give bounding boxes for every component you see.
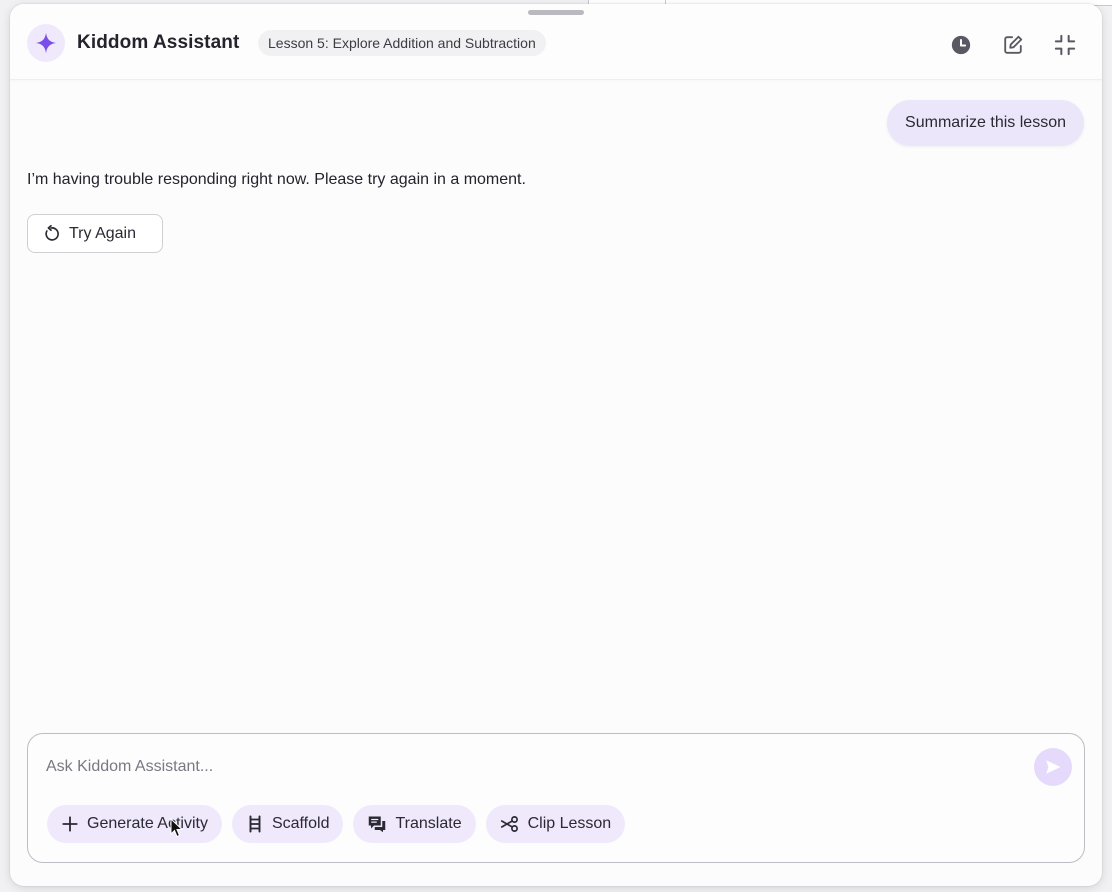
- message-input[interactable]: [46, 754, 1006, 780]
- user-message-bubble: Summarize this lesson: [887, 100, 1084, 146]
- generate-activity-button[interactable]: Generate Activity: [47, 805, 222, 843]
- history-icon: [951, 35, 971, 55]
- assistant-title: Kiddom Assistant: [77, 32, 240, 53]
- sparkle-icon: [35, 32, 57, 54]
- lesson-context-chip: Lesson 5: Explore Addition and Subtracti…: [258, 30, 546, 56]
- clip-lesson-button[interactable]: Clip Lesson: [485, 805, 626, 843]
- ladder-icon: [249, 815, 261, 833]
- generate-activity-label: Generate Activity: [87, 815, 208, 832]
- scaffold-button[interactable]: Scaffold: [231, 805, 344, 843]
- plus-icon: [62, 816, 78, 832]
- scissors-icon: [500, 816, 518, 832]
- translate-icon: [369, 816, 386, 833]
- minimize-button[interactable]: [1048, 28, 1082, 62]
- new-chat-icon: [1004, 35, 1023, 54]
- minimize-icon: [1054, 34, 1076, 56]
- scaffold-label: Scaffold: [271, 815, 330, 832]
- history-button[interactable]: [944, 28, 978, 62]
- assistant-panel: Kiddom Assistant Lesson 5: Explore Addit…: [10, 4, 1102, 886]
- translate-button[interactable]: Translate: [353, 805, 476, 843]
- send-icon: [1046, 760, 1061, 774]
- clip-lesson-label: Clip Lesson: [527, 815, 612, 832]
- quick-actions: Generate Activity Scaffold Translate Cli…: [47, 805, 626, 843]
- assistant-logo: [27, 24, 65, 62]
- send-button[interactable]: [1034, 748, 1072, 786]
- retry-icon: [45, 224, 59, 241]
- try-again-button[interactable]: Try Again: [27, 214, 163, 253]
- drag-handle[interactable]: [528, 10, 584, 15]
- assistant-message: I’m having trouble responding right now.…: [27, 171, 526, 188]
- assistant-header: Kiddom Assistant Lesson 5: Explore Addit…: [10, 4, 1102, 80]
- try-again-label: Try Again: [69, 224, 136, 242]
- mouse-cursor-icon: [170, 818, 184, 838]
- translate-label: Translate: [395, 815, 462, 832]
- new-chat-button[interactable]: [996, 28, 1030, 62]
- composer: Generate Activity Scaffold Translate: [27, 733, 1085, 863]
